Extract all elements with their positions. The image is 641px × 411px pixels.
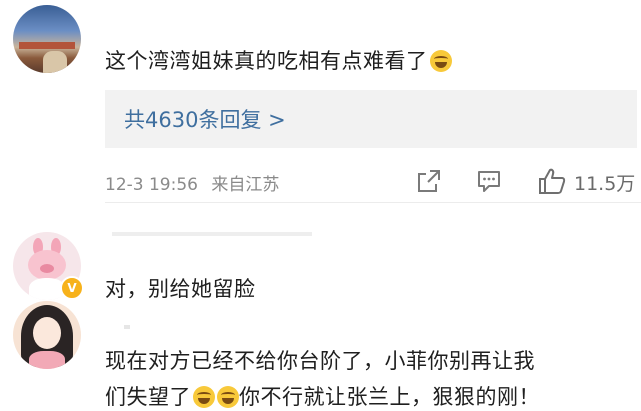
comment-icon[interactable] [476,168,502,194]
avatar-decoration [33,317,61,349]
avatar-decoration [40,264,54,273]
like-count: 11.5万 [574,173,636,195]
comment-text: 对，别给她留脸 [105,277,256,301]
comment-text: 这个湾湾姐妹真的吃相有点难看了 [105,45,452,75]
comment-text-line2: 们失望了 你不行就让张兰上，狠狠的刚！ [105,381,540,411]
like-icon[interactable] [537,166,567,196]
laugh-cry-emoji-icon [429,50,452,72]
comment-text-content: 这个湾湾姐妹真的吃相有点难看了 [105,49,428,73]
divider [105,202,641,203]
verified-badge-icon: V [60,276,84,300]
comment-text-line1: 现在对方已经不给你台阶了，小菲你别再让我 [105,349,535,373]
view-replies-link[interactable]: 共4630条回复 > [124,104,286,134]
share-icon[interactable] [416,168,442,194]
laugh-cry-emoji-icon [217,386,239,408]
avatar-decoration [43,51,67,73]
avatar[interactable] [13,5,81,73]
comment-meta: 12-3 19:56 来自江苏 [105,170,279,195]
comment-text-part: 你不行就让张兰上，狠狠的刚！ [239,385,540,409]
laugh-cry-emoji-icon [193,386,215,408]
username-placeholder [112,232,312,236]
avatar-decoration [29,351,65,369]
avatar-decoration [19,42,75,49]
source-location: 来自江苏 [211,175,280,195]
username-placeholder [124,325,130,329]
avatar[interactable] [13,301,81,369]
comment-text-part: 们失望了 [105,385,191,409]
timestamp: 12-3 19:56 [105,175,198,195]
